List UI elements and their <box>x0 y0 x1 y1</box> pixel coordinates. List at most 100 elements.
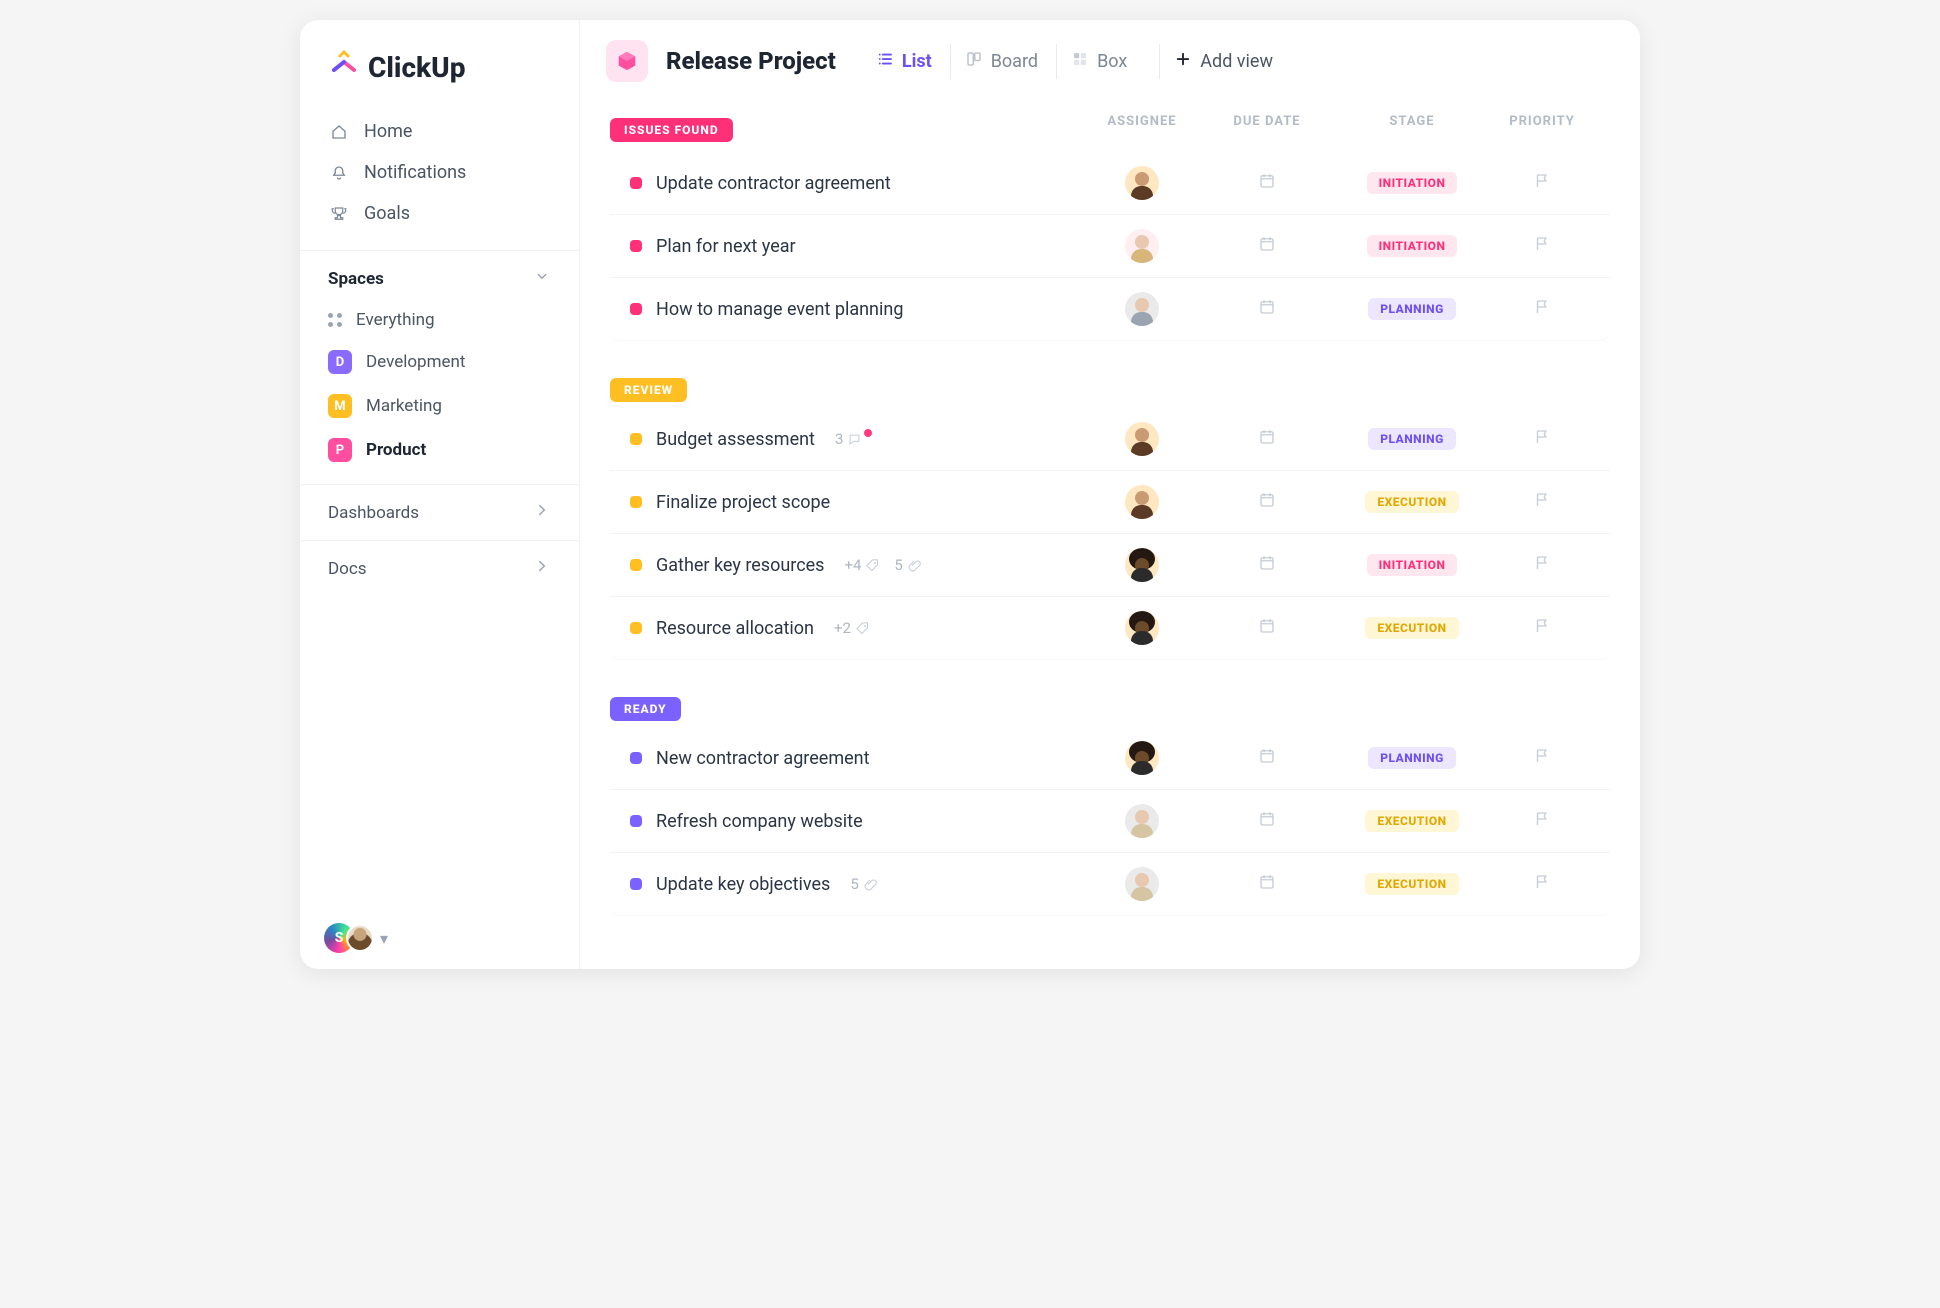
task-row[interactable]: Finalize project scope EXECUTION <box>610 470 1610 533</box>
task-title: How to manage event planning <box>656 299 903 320</box>
task-group: ISSUES FOUND ASSIGNEEDUE DATESTAGEPRIORI… <box>610 104 1610 340</box>
assignee-avatar[interactable] <box>1125 422 1159 456</box>
due-date-cell[interactable] <box>1202 747 1332 769</box>
stage-cell[interactable]: EXECUTION <box>1332 491 1492 513</box>
attachment-count[interactable]: 5 <box>894 556 921 574</box>
sidebar-item-everything[interactable]: Everything <box>300 300 579 340</box>
priority-cell[interactable] <box>1492 298 1592 320</box>
assignee-avatar[interactable] <box>1125 741 1159 775</box>
task-row[interactable]: Budget assessment 3 PLANNING <box>610 408 1610 470</box>
sidebar-sections: Dashboards Docs <box>300 484 579 596</box>
assignee-cell[interactable] <box>1082 422 1202 456</box>
calendar-icon <box>1258 298 1276 320</box>
assignee-cell[interactable] <box>1082 548 1202 582</box>
priority-cell[interactable] <box>1492 747 1592 769</box>
sidebar-space-marketing[interactable]: M Marketing <box>300 384 579 428</box>
space-label: Development <box>366 352 465 372</box>
add-view-button[interactable]: Add view <box>1159 44 1287 79</box>
task-row[interactable]: New contractor agreement PLANNING <box>610 727 1610 789</box>
stage-cell[interactable]: INITIATION <box>1332 172 1492 194</box>
task-row[interactable]: Gather key resources +4 5 INITIATION <box>610 533 1610 596</box>
stage-cell[interactable]: PLANNING <box>1332 747 1492 769</box>
sidebar-item-goals[interactable]: Goals <box>300 193 579 234</box>
assignee-cell[interactable] <box>1082 485 1202 519</box>
task-title: Budget assessment <box>656 429 815 450</box>
project-icon[interactable] <box>606 40 648 82</box>
stage-cell[interactable]: EXECUTION <box>1332 873 1492 895</box>
assignee-cell[interactable] <box>1082 804 1202 838</box>
sidebar-space-development[interactable]: D Development <box>300 340 579 384</box>
attachment-count[interactable]: 5 <box>850 875 877 893</box>
task-row[interactable]: Update key objectives 5 EXECUTION <box>610 852 1610 915</box>
tag-count[interactable]: +4 <box>844 556 880 574</box>
priority-cell[interactable] <box>1492 617 1592 639</box>
assignee-cell[interactable] <box>1082 867 1202 901</box>
spaces-header[interactable]: Spaces <box>300 250 579 300</box>
assignee-avatar[interactable] <box>1125 485 1159 519</box>
task-row[interactable]: Refresh company website EXECUTION <box>610 789 1610 852</box>
priority-cell[interactable] <box>1492 235 1592 257</box>
assignee-avatar[interactable] <box>1125 548 1159 582</box>
due-date-cell[interactable] <box>1202 554 1332 576</box>
priority-cell[interactable] <box>1492 428 1592 450</box>
task-row[interactable]: Plan for next year INITIATION <box>610 214 1610 277</box>
sidebar-item-notifications[interactable]: Notifications <box>300 152 579 193</box>
due-date-cell[interactable] <box>1202 810 1332 832</box>
assignee-cell[interactable] <box>1082 229 1202 263</box>
due-date-cell[interactable] <box>1202 428 1332 450</box>
view-tab-box[interactable]: Box <box>1056 44 1141 79</box>
comment-count[interactable]: 3 <box>835 430 874 448</box>
assignee-avatar[interactable] <box>1125 292 1159 326</box>
priority-cell[interactable] <box>1492 810 1592 832</box>
task-list: Budget assessment 3 PLANNING <box>610 408 1610 659</box>
group-status-pill[interactable]: ISSUES FOUND <box>610 118 733 142</box>
stage-cell[interactable]: PLANNING <box>1332 298 1492 320</box>
stage-cell[interactable]: EXECUTION <box>1332 810 1492 832</box>
view-tab-board[interactable]: Board <box>950 44 1052 79</box>
spaces-list: D Development M Marketing P Product <box>300 340 579 472</box>
sidebar-item-docs[interactable]: Docs <box>300 540 579 596</box>
group-status-pill[interactable]: REVIEW <box>610 378 687 402</box>
due-date-cell[interactable] <box>1202 617 1332 639</box>
assignee-avatar[interactable] <box>1125 611 1159 645</box>
sidebar-footer[interactable]: S ▾ <box>300 907 579 969</box>
priority-cell[interactable] <box>1492 873 1592 895</box>
status-dot-icon <box>630 240 642 252</box>
due-date-cell[interactable] <box>1202 873 1332 895</box>
assignee-avatar[interactable] <box>1125 166 1159 200</box>
tag-count[interactable]: +2 <box>834 619 870 637</box>
brand-logo[interactable]: ClickUp <box>300 20 579 107</box>
stage-cell[interactable]: INITIATION <box>1332 235 1492 257</box>
task-row[interactable]: How to manage event planning PLANNING <box>610 277 1610 340</box>
task-row[interactable]: Update contractor agreement INITIATION <box>610 152 1610 214</box>
priority-cell[interactable] <box>1492 172 1592 194</box>
sidebar-item-home[interactable]: Home <box>300 111 579 152</box>
due-date-cell[interactable] <box>1202 298 1332 320</box>
assignee-cell[interactable] <box>1082 166 1202 200</box>
due-date-cell[interactable] <box>1202 235 1332 257</box>
assignee-cell[interactable] <box>1082 292 1202 326</box>
due-date-cell[interactable] <box>1202 172 1332 194</box>
task-title: Finalize project scope <box>656 492 830 513</box>
priority-cell[interactable] <box>1492 554 1592 576</box>
assignee-cell[interactable] <box>1082 741 1202 775</box>
sidebar-space-product[interactable]: P Product <box>300 428 579 472</box>
assignee-cell[interactable] <box>1082 611 1202 645</box>
task-title: New contractor agreement <box>656 748 869 769</box>
sidebar-item-dashboards[interactable]: Dashboards <box>300 484 579 540</box>
due-date-cell[interactable] <box>1202 491 1332 513</box>
space-badge: D <box>328 350 352 374</box>
priority-cell[interactable] <box>1492 491 1592 513</box>
assignee-avatar[interactable] <box>1125 867 1159 901</box>
task-row[interactable]: Resource allocation +2 EXECUTION <box>610 596 1610 659</box>
stage-cell[interactable]: EXECUTION <box>1332 617 1492 639</box>
stage-cell[interactable]: PLANNING <box>1332 428 1492 450</box>
stage-cell[interactable]: INITIATION <box>1332 554 1492 576</box>
group-status-pill[interactable]: READY <box>610 697 681 721</box>
assignee-avatar[interactable] <box>1125 229 1159 263</box>
task-list: New contractor agreement PLANNING Refres… <box>610 727 1610 915</box>
assignee-avatar[interactable] <box>1125 804 1159 838</box>
space-badge: M <box>328 394 352 418</box>
user-avatar[interactable] <box>346 924 374 952</box>
view-tab-list[interactable]: List <box>862 44 946 79</box>
